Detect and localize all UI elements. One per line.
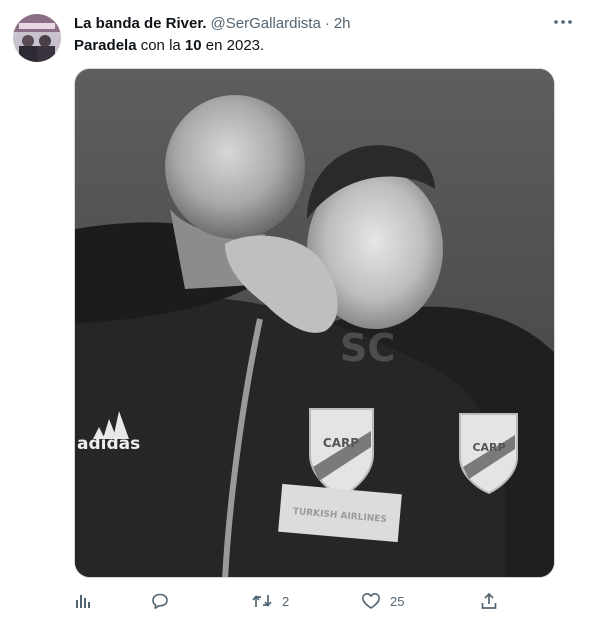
analytics-button[interactable] (74, 588, 92, 614)
photo-watermark: SC (340, 326, 395, 370)
text-segment: con la (136, 37, 185, 54)
photo-crest-text: CARP (472, 441, 505, 454)
tweet-text: Paradela con la 10 en 2023. (74, 36, 264, 56)
tweet-actions: 2 25 (74, 588, 514, 614)
reply-button[interactable] (151, 588, 169, 614)
text-bold-number: 10 (184, 37, 202, 54)
text-segment: en 2023. (201, 37, 265, 54)
like-count: 25 (390, 593, 405, 609)
tweet-photo[interactable]: adidas CARP CARP TURKISH AIRLINES SC (74, 68, 555, 578)
more-icon (554, 20, 572, 24)
photo-crest-text: CARP (323, 436, 359, 450)
like-button[interactable]: 25 (361, 588, 404, 614)
retweet-button[interactable]: 2 (251, 588, 289, 614)
more-options-button[interactable] (553, 12, 573, 32)
separator: · (324, 14, 330, 32)
reply-icon (152, 593, 168, 609)
photo-brand-text: adidas (77, 434, 140, 454)
analytics-icon (76, 595, 90, 608)
tweet-header: La banda de River. @SerGallardista · 2h (74, 13, 351, 33)
tweet-card: La banda de River. @SerGallardista · 2h … (0, 0, 589, 620)
text-bold-name: Paradela (74, 37, 137, 54)
retweet-icon (252, 595, 272, 607)
share-button[interactable] (480, 588, 498, 614)
share-icon (481, 592, 497, 609)
author-handle[interactable]: @SerGallardista (211, 15, 321, 32)
author-name[interactable]: La banda de River. (74, 15, 207, 32)
heart-icon (362, 593, 380, 609)
timestamp[interactable]: 2h (334, 15, 351, 32)
avatar[interactable] (13, 14, 61, 62)
retweet-count: 2 (282, 593, 290, 609)
